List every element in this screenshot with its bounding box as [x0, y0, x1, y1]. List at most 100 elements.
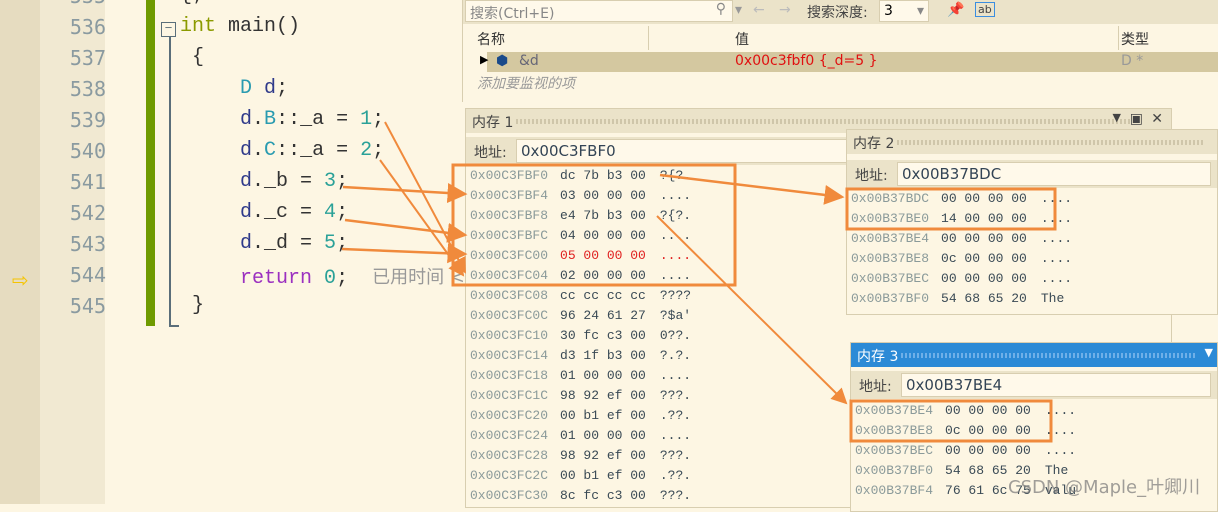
- line-number: 539: [69, 108, 106, 132]
- code-line[interactable]: d._c = 4;: [180, 201, 348, 224]
- address-label: 地址:: [859, 379, 892, 395]
- expand-icon[interactable]: ▶: [480, 52, 488, 67]
- memory-bytes: cc cc cc cc: [560, 288, 646, 303]
- memory-bytes: 14 00 00 00: [941, 211, 1027, 226]
- memory-row[interactable]: 0x00B37BEC 00 00 00 00....: [851, 269, 1072, 289]
- add-watch-item[interactable]: 添加要监视的项: [477, 73, 575, 93]
- memory-address: 0x00C3FC1C: [470, 388, 549, 403]
- memory-3-address-bar: 地址: 0x00B37BE4: [851, 371, 1217, 399]
- memory-row[interactable]: 0x00B37BEC 00 00 00 00....: [855, 441, 1076, 461]
- search-depth-select[interactable]: 3 ▾: [879, 0, 929, 22]
- pin-icon[interactable]: 📌: [947, 2, 964, 18]
- memory-bytes: 98 92 ef 00: [560, 388, 646, 403]
- memory-row[interactable]: 0x00C3FBF4 03 00 00 00....: [470, 186, 691, 206]
- code-line[interactable]: d._d = 5;: [180, 232, 348, 255]
- memory-row[interactable]: 0x00C3FC08 cc cc cc cc????: [470, 286, 691, 306]
- memory-row[interactable]: 0x00C3FC20 00 b1 ef 00.??.: [470, 406, 691, 426]
- memory-row[interactable]: 0x00C3FC2C 00 b1 ef 00.??.: [470, 466, 691, 486]
- line-number: 535: [60, 0, 106, 8]
- back-arrow-icon[interactable]: ←: [753, 2, 765, 18]
- memory-bytes: dc 7b b3 00: [560, 168, 646, 183]
- arrow-c-a: [379, 159, 465, 277]
- memory-chars: ....: [1040, 231, 1073, 246]
- watch-value[interactable]: 0x00c3fbf0 {_d=5 }: [735, 52, 878, 70]
- watch-name: &d: [519, 53, 539, 69]
- code-line[interactable]: int main(): [180, 15, 300, 38]
- memory-row[interactable]: 0x00C3FC1C 98 92 ef 00???.: [470, 386, 691, 406]
- maximize-icon[interactable]: ▣: [1130, 111, 1143, 127]
- memory-row[interactable]: 0x00B37BE4 00 00 00 00....: [851, 229, 1072, 249]
- memory-row[interactable]: 0x00B37BE8 0c 00 00 00....: [855, 421, 1076, 441]
- memory-row[interactable]: 0x00C3FC28 98 92 ef 00???.: [470, 446, 691, 466]
- memory-address: 0x00C3FC18: [470, 368, 549, 383]
- memory-row[interactable]: 0x00B37BF0 54 68 65 20 The: [851, 289, 1072, 309]
- search-depth-value: 3: [884, 3, 893, 19]
- memory-row[interactable]: 0x00C3FC00 05 00 00 00....: [470, 246, 691, 266]
- memory-row[interactable]: 0x00C3FC10 30 fc c3 00 0??.: [470, 326, 691, 346]
- memory-chars: ....: [659, 248, 692, 263]
- forward-arrow-icon[interactable]: →: [779, 2, 791, 18]
- memory-bytes: 00 00 00 00: [945, 403, 1031, 418]
- memory-row[interactable]: 0x00C3FC0C 96 24 61 27 ?$a': [470, 306, 691, 326]
- hex-display-icon[interactable]: ab: [975, 2, 995, 17]
- memory-row[interactable]: 0x00C3FC24 01 00 00 00....: [470, 426, 691, 446]
- memory-chars: ???.: [659, 388, 692, 403]
- watch-type: D *: [1121, 53, 1144, 69]
- memory-bytes: 96 24 61 27: [560, 308, 646, 323]
- dropdown-icon[interactable]: ▼: [1205, 346, 1213, 359]
- search-depth-label: 搜索深度:: [807, 5, 868, 21]
- memory-bytes: 0c 00 00 00: [941, 251, 1027, 266]
- current-statement-arrow-icon: ⇨: [12, 268, 29, 292]
- memory-bytes: 00 b1 ef 00: [560, 408, 646, 423]
- memory-bytes: 00 00 00 00: [941, 231, 1027, 246]
- address-input[interactable]: 0x00B37BE4: [901, 373, 1211, 397]
- line-number: 543: [69, 232, 106, 256]
- memory-row[interactable]: 0x00B37BDC 00 00 00 00....: [851, 189, 1072, 209]
- line-number: 544: [69, 263, 106, 287]
- memory-row[interactable]: 0x00C3FC04 02 00 00 00....: [470, 266, 691, 286]
- column-header-value[interactable]: 值: [729, 26, 1119, 50]
- object-icon: ⬢: [496, 53, 509, 69]
- code-line[interactable]: {: [180, 46, 204, 69]
- memory-row[interactable]: 0x00C3FC14 d3 1f b3 00?.?.: [470, 346, 691, 366]
- memory-row[interactable]: 0x00B37BE4 00 00 00 00....: [855, 401, 1076, 421]
- code-line[interactable]: D d;: [180, 77, 288, 100]
- column-header-name[interactable]: 名称: [471, 26, 649, 50]
- memory-address: 0x00C3FC10: [470, 328, 549, 343]
- memory-chars: ?{?.: [659, 208, 692, 223]
- memory-bytes: 02 00 00 00: [560, 268, 646, 283]
- memory-row[interactable]: 0x00C3FC18 01 00 00 00....: [470, 366, 691, 386]
- address-input[interactable]: 0x00B37BDC: [897, 162, 1211, 186]
- code-line[interactable]: d.C::_a = 2;: [180, 139, 384, 162]
- memory-row[interactable]: 0x00B37BE8 0c 00 00 00....: [851, 249, 1072, 269]
- memory-row[interactable]: 0x00C3FC30 8c fc c3 00???.: [470, 486, 691, 506]
- close-icon[interactable]: ✕: [1151, 111, 1163, 127]
- memory-2-titlebar[interactable]: 内存 2: [847, 130, 1217, 154]
- line-number: 541: [69, 170, 106, 194]
- breakpoint-gutter[interactable]: [0, 0, 40, 504]
- memory-address: 0x00C3FC24: [470, 428, 549, 443]
- memory-address: 0x00B37BDC: [851, 191, 930, 206]
- search-input[interactable]: 搜索(Ctrl+E) ⚲: [465, 0, 733, 22]
- code-line[interactable]: d._b = 3;: [180, 170, 348, 193]
- dropdown-icon[interactable]: ▼: [1113, 111, 1121, 124]
- memory-chars: ....: [659, 188, 692, 203]
- memory-row[interactable]: 0x00C3FBFC 04 00 00 00....: [470, 226, 691, 246]
- search-icon[interactable]: ⚲: [716, 1, 726, 17]
- code-line[interactable]: }: [180, 294, 204, 317]
- memory-row[interactable]: 0x00B37BE0 14 00 00 00....: [851, 209, 1072, 229]
- search-dropdown-icon[interactable]: ▾: [735, 2, 742, 18]
- memory-3-titlebar[interactable]: 内存 3 ▼: [851, 343, 1217, 367]
- collapse-icon[interactable]: −: [161, 22, 176, 37]
- code-line[interactable]: return 0; 已用时间 <: [180, 263, 465, 290]
- memory-address: 0x00C3FC14: [470, 348, 549, 363]
- memory-chars: ?{?.: [659, 168, 692, 183]
- memory-chars: ?$a': [659, 308, 692, 323]
- arrow-c: [344, 218, 468, 243]
- code-line[interactable]: d.B::_a = 1;: [180, 108, 384, 131]
- column-value-label: 值: [735, 32, 749, 48]
- memory-row[interactable]: 0x00C3FBF0 dc 7b b3 00 ?{?.: [470, 166, 691, 186]
- column-header-type[interactable]: 类型: [1115, 26, 1218, 50]
- memory-row[interactable]: 0x00C3FBF8 e4 7b b3 00 ?{?.: [470, 206, 691, 226]
- code-line[interactable]: {;: [180, 0, 204, 7]
